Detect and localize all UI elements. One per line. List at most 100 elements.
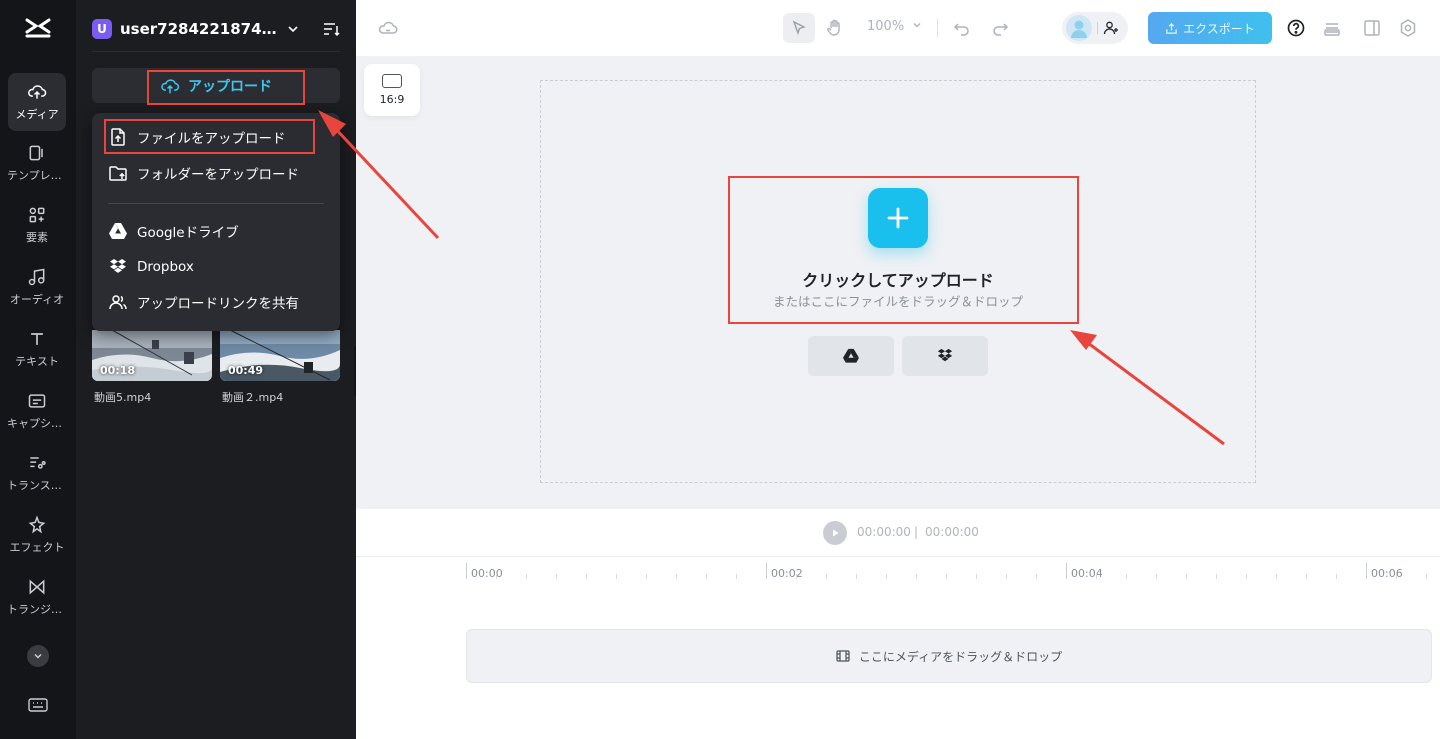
collaborators[interactable] bbox=[1062, 12, 1128, 44]
media-thumbnail-1[interactable]: 00:18 bbox=[92, 330, 212, 381]
aspect-ratio-label: 16:9 bbox=[379, 93, 405, 106]
current-timecode: 00:00:00 bbox=[857, 525, 911, 539]
ruler-tick bbox=[1156, 574, 1157, 579]
ruler-tick bbox=[1126, 574, 1127, 579]
sidebar-item-label: テキスト bbox=[15, 355, 59, 368]
timecode-separator: | bbox=[914, 525, 919, 539]
zoom-dropdown[interactable]: 100% bbox=[867, 19, 922, 34]
ruler-tick bbox=[1006, 574, 1007, 579]
sidebar-item-label: キャプション bbox=[7, 417, 67, 430]
redo-icon[interactable] bbox=[990, 18, 1010, 38]
google-drive-button[interactable] bbox=[808, 336, 894, 376]
sidebar-item-effects[interactable]: エフェクト bbox=[8, 506, 66, 564]
tick-label: 00:04 bbox=[1071, 567, 1103, 580]
help-icon[interactable] bbox=[1286, 18, 1306, 38]
sidebar-item-label: エフェクト bbox=[9, 541, 65, 554]
text-icon bbox=[31, 333, 43, 345]
google-drive-icon bbox=[109, 223, 127, 239]
ruler-tick bbox=[796, 574, 797, 579]
media-duration: 00:49 bbox=[228, 364, 264, 377]
ruler-tick bbox=[1036, 574, 1037, 579]
media-thumbnail-2[interactable]: 00:49 bbox=[220, 330, 340, 381]
ruler-tick bbox=[706, 574, 707, 579]
settings-icon[interactable] bbox=[1398, 18, 1418, 38]
sparkle-icon bbox=[28, 515, 46, 534]
sidebar-item-transitions[interactable]: トランジション bbox=[7, 568, 67, 626]
ruler-tick bbox=[616, 574, 617, 579]
users-icon bbox=[109, 295, 127, 310]
undo-icon[interactable] bbox=[952, 18, 972, 38]
chevron-down-icon[interactable] bbox=[286, 22, 300, 36]
menu-divider bbox=[108, 203, 324, 204]
playback-bar: 00:00:00 | 00:00:00 bbox=[356, 509, 1440, 557]
keyboard-icon[interactable] bbox=[28, 697, 48, 713]
ruler-tick bbox=[946, 574, 947, 579]
divider bbox=[1097, 22, 1098, 34]
workspace-header[interactable]: U user7284221874131... bbox=[92, 14, 340, 44]
media-filename: 動画２.mp4 bbox=[222, 391, 284, 404]
select-tool-button[interactable] bbox=[783, 13, 815, 43]
sidebar-item-label: トランジション bbox=[7, 603, 67, 616]
ruler-tick bbox=[646, 574, 647, 579]
tick-label: 00:00 bbox=[471, 567, 503, 580]
sidebar-item-captions[interactable]: キャプション bbox=[7, 382, 67, 440]
sidebar-item-transcript[interactable]: トランスクリプト bbox=[7, 444, 67, 502]
export-button[interactable]: エクスポート bbox=[1148, 12, 1272, 44]
sidebar-item-label: テンプレート bbox=[7, 169, 67, 182]
menu-item-google-drive[interactable]: Googleドライブ bbox=[108, 219, 239, 243]
play-button[interactable] bbox=[823, 521, 847, 545]
ruler-tick bbox=[556, 574, 557, 579]
timeline-ruler[interactable]: 00:00 00:02 00:04 00:06 bbox=[466, 559, 1440, 581]
ruler-tick bbox=[496, 574, 497, 579]
ruler-tick bbox=[736, 574, 737, 579]
sidebar-item-text[interactable]: テキスト bbox=[8, 320, 66, 378]
toolbar-divider bbox=[937, 19, 938, 37]
ruler-tick bbox=[1246, 574, 1247, 579]
ruler-tick bbox=[1186, 574, 1187, 579]
menu-item-label: アップロードリンクを共有 bbox=[137, 296, 299, 312]
highlight-upload-button bbox=[147, 70, 305, 105]
template-icon bbox=[29, 145, 43, 161]
aspect-ratio-button[interactable]: 16:9 bbox=[364, 64, 420, 116]
ruler-tick bbox=[976, 574, 977, 579]
sidebar-item-audio[interactable]: オーディオ bbox=[8, 258, 66, 316]
menu-item-dropbox[interactable]: Dropbox bbox=[108, 255, 194, 279]
ruler-tick bbox=[886, 574, 887, 579]
total-timecode: 00:00:00 bbox=[925, 525, 979, 539]
caption-icon bbox=[28, 394, 46, 408]
track-hint: ここにメディアをドラッグ＆ドロップ bbox=[858, 649, 1063, 664]
dropbox-icon bbox=[110, 259, 126, 273]
transition-icon bbox=[29, 579, 45, 595]
timeline-drop-track[interactable]: ここにメディアをドラッグ＆ドロップ bbox=[466, 629, 1432, 683]
layers-icon[interactable] bbox=[1322, 18, 1342, 38]
ruler-tick bbox=[1276, 574, 1277, 579]
sidebar-item-templates[interactable]: テンプレート bbox=[7, 134, 67, 192]
sort-icon[interactable] bbox=[322, 20, 340, 38]
tick-label: 00:02 bbox=[771, 567, 803, 580]
folder-upload-icon bbox=[109, 166, 127, 181]
chevron-down-icon bbox=[34, 653, 42, 659]
sidebar-item-elements[interactable]: 要素 bbox=[8, 196, 66, 254]
ruler-tick bbox=[586, 574, 587, 579]
menu-item-upload-folder[interactable]: フォルダーをアップロード bbox=[108, 161, 299, 185]
dropbox-button[interactable] bbox=[902, 336, 988, 376]
hand-tool-icon[interactable] bbox=[825, 18, 845, 38]
sidebar-item-label: オーディオ bbox=[9, 293, 65, 306]
ruler-tick bbox=[676, 574, 677, 579]
menu-item-share-upload-link[interactable]: アップロードリンクを共有 bbox=[108, 290, 299, 314]
ruler-tick bbox=[856, 574, 857, 579]
add-user-icon[interactable] bbox=[1103, 20, 1119, 36]
menu-item-label: Dropbox bbox=[137, 259, 194, 275]
sidebar-item-media[interactable]: メディア bbox=[8, 73, 66, 131]
ruler-tick bbox=[466, 563, 467, 579]
top-toolbar: 100% エクスポート bbox=[356, 0, 1440, 56]
dropbox-icon bbox=[937, 348, 953, 362]
ruler-tick bbox=[766, 563, 767, 579]
export-button-label: エクスポート bbox=[1183, 21, 1255, 36]
cloud-sync-icon[interactable] bbox=[378, 18, 398, 38]
music-note-icon bbox=[28, 268, 45, 286]
google-drive-icon bbox=[843, 348, 859, 363]
avatar: U bbox=[92, 19, 112, 39]
side-panel-icon[interactable] bbox=[1362, 18, 1382, 38]
more-tools-button[interactable] bbox=[27, 645, 49, 667]
